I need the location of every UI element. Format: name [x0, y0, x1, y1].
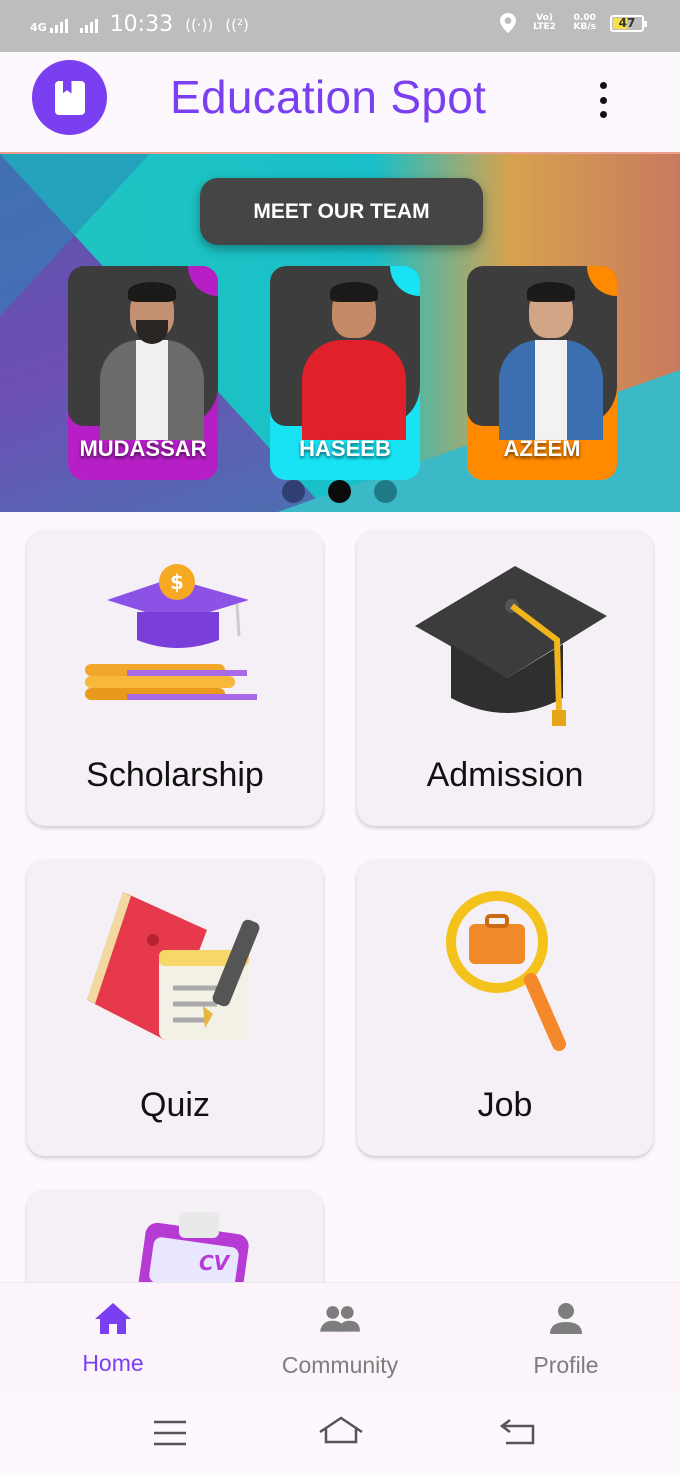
- location-icon: [499, 13, 516, 33]
- nav-community-label: Community: [281, 1352, 399, 1378]
- graduation-cap-icon: [415, 566, 607, 726]
- carousel-dot-active[interactable]: [328, 480, 351, 503]
- app-bar: Education Spot: [0, 52, 680, 152]
- job-search-icon: [446, 891, 566, 1051]
- status-bar: 4G 10:33 ((·)) ((²) Vo) LTE2 0.00 KB/s 4…: [0, 0, 680, 52]
- app-logo[interactable]: [32, 60, 107, 135]
- team-member-card: HASEEB: [270, 266, 420, 480]
- admission-label: Admission: [426, 756, 584, 794]
- network-type: 4G: [30, 20, 47, 34]
- nav-profile[interactable]: Profile: [481, 1301, 651, 1379]
- more-options-icon[interactable]: [594, 82, 612, 118]
- back-icon[interactable]: [500, 1418, 536, 1446]
- job-label: Job: [477, 1086, 533, 1124]
- scholarship-label: Scholarship: [86, 756, 264, 794]
- quiz-card[interactable]: Quiz: [27, 860, 323, 1156]
- volte-indicator: Vo) LTE2: [533, 13, 556, 32]
- member-name: MUDASSAR: [79, 436, 207, 461]
- carousel-dot[interactable]: [282, 480, 305, 503]
- quiz-notebook-icon: [87, 892, 260, 1040]
- nav-home-label: Home: [82, 1350, 144, 1376]
- banner-heading: MEET OUR TEAM: [200, 178, 483, 245]
- home-icon: [95, 1303, 131, 1334]
- data-speed-unit: KB/s: [573, 22, 596, 32]
- signal-icon-2: [79, 17, 98, 33]
- member-photo: [302, 282, 406, 440]
- nav-community[interactable]: Community: [255, 1301, 425, 1379]
- community-icon: [320, 1306, 360, 1332]
- scholarship-card[interactable]: $ Scholarship: [27, 530, 323, 826]
- carousel-dot[interactable]: [374, 480, 397, 503]
- nav-home[interactable]: Home: [28, 1301, 198, 1377]
- nav-profile-label: Profile: [533, 1352, 599, 1378]
- member-name: HASEEB: [299, 436, 391, 461]
- team-member-card: AZEEM: [467, 266, 617, 480]
- hotspot-icon: ((·)): [185, 15, 214, 34]
- system-navigation-bar: [0, 1392, 680, 1473]
- menu-icon[interactable]: [153, 1420, 187, 1446]
- team-member-card: MUDASSAR: [68, 266, 218, 480]
- admission-card[interactable]: Admission: [357, 530, 653, 826]
- app-title: Education Spot: [170, 71, 487, 123]
- scholarship-icon: $: [85, 564, 257, 700]
- wifi-calling-icon: ((²): [225, 15, 249, 34]
- bottom-navigation: Home Community Profile: [0, 1282, 680, 1392]
- carousel-indicator: [282, 480, 397, 503]
- battery-level: 47: [618, 15, 636, 30]
- data-speed: 0.00 KB/s: [574, 14, 596, 32]
- battery-icon: 47: [610, 14, 647, 32]
- member-photo: [100, 282, 204, 440]
- signal-icon: [49, 17, 68, 33]
- job-card[interactable]: Job: [357, 860, 653, 1156]
- member-photo: [499, 282, 603, 440]
- svg-text:$: $: [170, 570, 184, 594]
- member-name: AZEEM: [503, 436, 581, 461]
- quiz-label: Quiz: [140, 1086, 210, 1124]
- cv-text: CV: [199, 1251, 231, 1275]
- profile-icon: [550, 1303, 582, 1334]
- book-icon: [54, 80, 85, 115]
- team-banner[interactable]: MEET OUR TEAM MUDASSAR HASEEB AZEEM: [0, 152, 680, 512]
- home-button-icon[interactable]: [318, 1416, 364, 1448]
- clock: 10:33: [109, 12, 174, 37]
- app-screen: 4G 10:33 ((·)) ((²) Vo) LTE2 0.00 KB/s 4…: [0, 0, 680, 1473]
